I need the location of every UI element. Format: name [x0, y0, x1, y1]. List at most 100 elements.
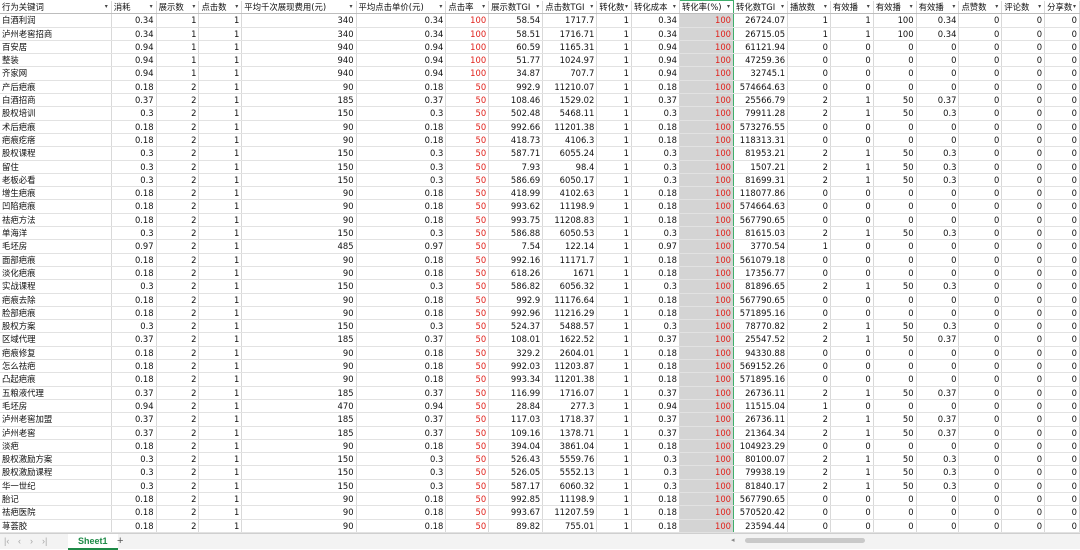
data-cell[interactable]: 570520.42 [733, 505, 789, 520]
data-cell[interactable]: 100 [678, 53, 735, 68]
data-cell[interactable]: 1 [198, 239, 243, 254]
data-cell[interactable]: 0 [1044, 160, 1080, 174]
data-cell[interactable]: 277.3 [542, 399, 598, 414]
keyword-cell[interactable]: 区域代理 [0, 332, 112, 347]
data-cell[interactable]: 0.3 [631, 452, 680, 467]
filter-dropdown-icon[interactable]: ▾ [623, 3, 630, 10]
keyword-cell[interactable]: 泸州老窖加盟 [0, 412, 112, 427]
data-cell[interactable]: 0 [787, 213, 831, 228]
filter-dropdown-icon[interactable]: ▾ [993, 3, 1000, 10]
data-cell[interactable]: 0 [830, 306, 874, 321]
data-cell[interactable]: 0 [958, 346, 1003, 361]
data-cell[interactable]: 0.18 [631, 505, 680, 520]
data-cell[interactable]: 0.3 [356, 226, 447, 241]
data-cell[interactable]: 0.34 [111, 27, 157, 41]
data-cell[interactable]: 571895.16 [733, 306, 789, 321]
data-cell[interactable]: 100 [678, 479, 735, 493]
data-cell[interactable]: 0 [958, 199, 1003, 214]
data-cell[interactable]: 0 [1001, 146, 1046, 161]
data-cell[interactable]: 0 [958, 253, 1003, 267]
data-cell[interactable]: 0 [958, 93, 1003, 108]
data-cell[interactable]: 50 [873, 106, 917, 121]
column-header-13[interactable]: 播放数 ▾ [787, 0, 831, 15]
data-cell[interactable]: 50 [873, 386, 917, 400]
keyword-cell[interactable]: 白酒招商 [0, 93, 112, 108]
filter-dropdown-icon[interactable]: ▾ [103, 3, 110, 10]
filter-dropdown-icon[interactable]: ▾ [480, 3, 487, 10]
data-cell[interactable]: 0 [787, 80, 831, 95]
data-cell[interactable]: 2 [156, 106, 200, 121]
filter-dropdown-icon[interactable]: ▾ [822, 3, 829, 10]
data-cell[interactable]: 1 [596, 465, 632, 480]
data-cell[interactable]: 1 [198, 120, 243, 134]
keyword-cell[interactable]: 留住 [0, 160, 112, 174]
data-cell[interactable]: 100 [678, 106, 735, 121]
filter-dropdown-icon[interactable]: ▾ [348, 3, 355, 10]
data-cell[interactable]: 100 [678, 173, 735, 188]
data-cell[interactable]: 0 [787, 293, 831, 307]
keyword-cell[interactable]: 凸起疤痕 [0, 372, 112, 387]
data-cell[interactable]: 0 [958, 319, 1003, 334]
data-cell[interactable]: 23594.44 [733, 519, 789, 533]
data-cell[interactable]: 2 [156, 492, 200, 507]
column-header-0[interactable]: 行为关键词 ▾ [0, 0, 112, 15]
data-cell[interactable]: 0 [830, 120, 874, 134]
column-header-9[interactable]: 转化数 ▾ [596, 0, 632, 15]
data-cell[interactable]: 0 [958, 306, 1003, 321]
data-cell[interactable]: 61121.94 [733, 40, 789, 55]
data-cell[interactable]: 2 [787, 93, 831, 108]
data-cell[interactable]: 0.18 [111, 346, 157, 361]
data-cell[interactable]: 0.3 [631, 226, 680, 241]
data-cell[interactable]: 0 [1001, 93, 1046, 108]
data-cell[interactable]: 11176.64 [542, 293, 598, 307]
data-cell[interactable]: 0.18 [356, 306, 447, 321]
data-cell[interactable]: 11210.07 [542, 80, 598, 95]
data-cell[interactable]: 0.18 [631, 186, 680, 201]
data-cell[interactable]: 0 [1044, 359, 1080, 374]
data-cell[interactable]: 1 [596, 439, 632, 454]
data-cell[interactable]: 0 [958, 106, 1003, 121]
data-cell[interactable]: 0 [873, 519, 917, 533]
data-cell[interactable]: 0 [1001, 332, 1046, 347]
data-cell[interactable]: 2 [156, 293, 200, 307]
data-cell[interactable]: 0.18 [356, 80, 447, 95]
data-cell[interactable]: 0.37 [916, 332, 960, 347]
data-cell[interactable]: 992.9 [488, 293, 544, 307]
data-cell[interactable]: 0 [916, 199, 960, 214]
data-cell[interactable]: 0.18 [111, 213, 157, 228]
data-cell[interactable]: 574664.63 [733, 199, 789, 214]
data-cell[interactable]: 0.3 [111, 452, 157, 467]
data-cell[interactable]: 0.18 [111, 519, 157, 533]
data-cell[interactable]: 0.34 [631, 13, 680, 28]
data-cell[interactable]: 1 [787, 27, 831, 41]
data-cell[interactable]: 0 [1044, 146, 1080, 161]
data-cell[interactable]: 79938.19 [733, 465, 789, 480]
data-cell[interactable]: 0 [1001, 465, 1046, 480]
data-cell[interactable]: 1 [198, 226, 243, 241]
data-cell[interactable]: 50 [873, 332, 917, 347]
data-cell[interactable]: 0.18 [356, 253, 447, 267]
data-cell[interactable]: 0.18 [111, 293, 157, 307]
data-cell[interactable]: 0 [873, 199, 917, 214]
column-header-19[interactable]: 分享数 ▾ [1044, 0, 1080, 15]
data-cell[interactable]: 2 [787, 412, 831, 427]
data-cell[interactable]: 0.37 [356, 386, 447, 400]
data-cell[interactable]: 0 [873, 133, 917, 148]
data-cell[interactable]: 100 [678, 386, 735, 400]
data-cell[interactable]: 0 [958, 452, 1003, 467]
data-cell[interactable]: 1 [596, 226, 632, 241]
data-cell[interactable]: 2 [156, 173, 200, 188]
data-cell[interactable]: 150 [241, 160, 357, 174]
data-cell[interactable]: 0 [787, 186, 831, 201]
data-cell[interactable]: 100 [678, 399, 735, 414]
filter-dropdown-icon[interactable]: ▾ [725, 3, 732, 10]
data-cell[interactable]: 1 [596, 519, 632, 533]
data-cell[interactable]: 0.18 [111, 133, 157, 148]
data-cell[interactable]: 2 [787, 452, 831, 467]
data-cell[interactable]: 80100.07 [733, 452, 789, 467]
data-cell[interactable]: 0 [1044, 332, 1080, 347]
data-cell[interactable]: 2 [156, 226, 200, 241]
data-cell[interactable]: 1 [198, 279, 243, 294]
data-cell[interactable]: 11201.38 [542, 120, 598, 134]
data-cell[interactable]: 0 [958, 279, 1003, 294]
